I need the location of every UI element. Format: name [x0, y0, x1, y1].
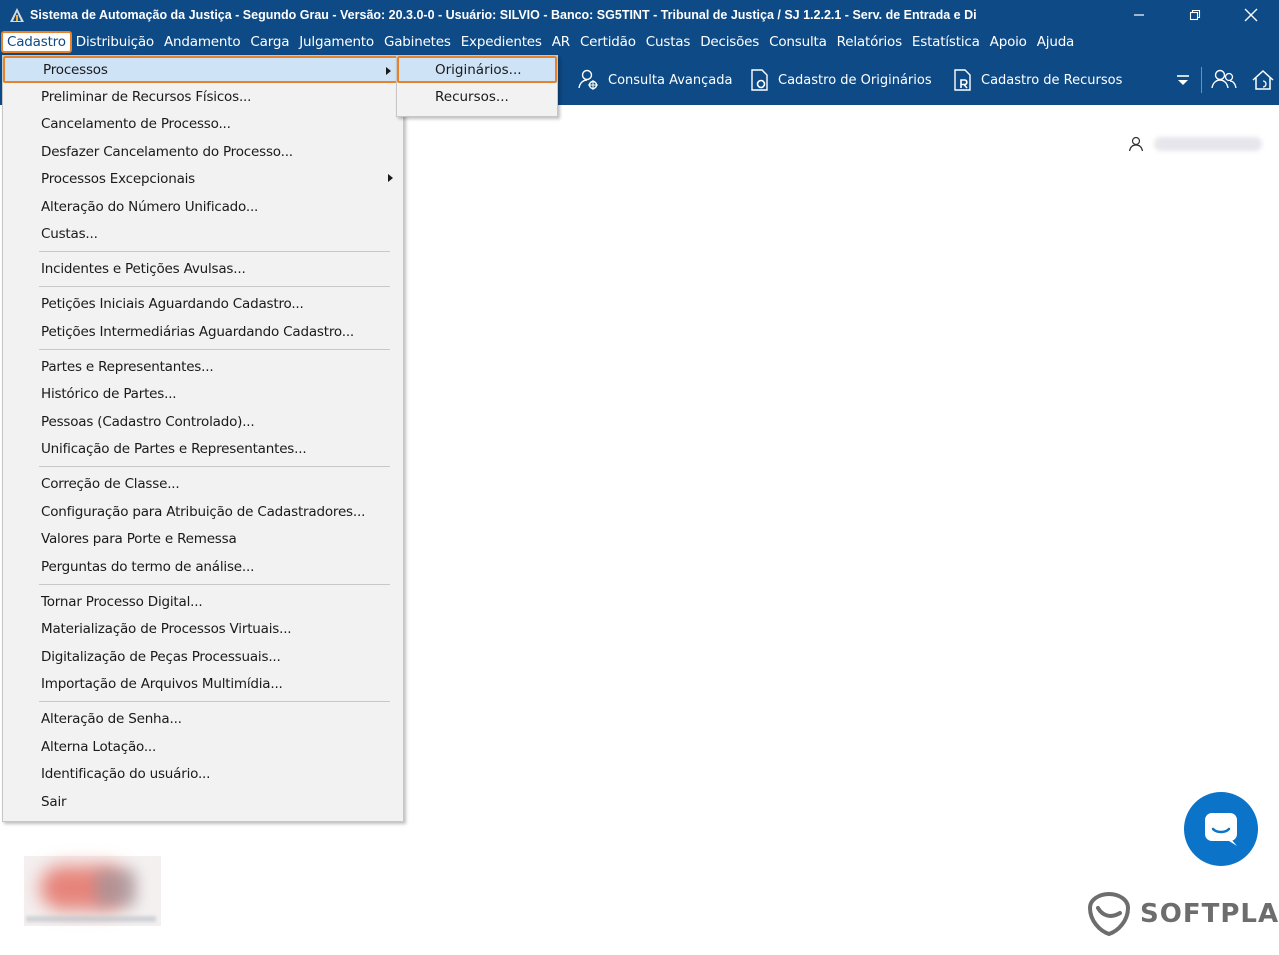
menu-item-materializacao[interactable]: Materialização de Processos Virtuais... [3, 615, 403, 642]
softplan-shield-icon [1087, 891, 1131, 937]
menu-item-identificacao-usuario[interactable]: Identificação do usuário... [3, 760, 403, 787]
cadastro-dropdown-menu: Processos Preliminar de Recursos Físicos… [2, 55, 404, 822]
menu-consulta[interactable]: Consulta [764, 32, 832, 52]
menu-item-valores-porte[interactable]: Valores para Porte e Remessa [3, 525, 403, 552]
window-controls [1111, 0, 1279, 29]
cadastro-originarios-button[interactable]: Cadastro de Originários [748, 65, 932, 95]
home-icon [1252, 69, 1274, 90]
consulta-avancada-label: Consulta Avançada [608, 72, 733, 88]
minimize-icon [1134, 13, 1144, 16]
submenu-arrow-icon [388, 174, 393, 182]
chat-button[interactable] [1184, 792, 1258, 866]
submenu-arrow-icon [386, 67, 391, 75]
menu-item-cancelamento-processo[interactable]: Cancelamento de Processo... [3, 110, 403, 137]
menu-expedientes[interactable]: Expedientes [456, 32, 547, 52]
menu-item-preliminar-recursos[interactable]: Preliminar de Recursos Físicos... [3, 83, 403, 110]
menu-item-sair[interactable]: Sair [3, 788, 403, 815]
menu-carga[interactable]: Carga [245, 32, 294, 52]
menu-item-importacao-multimidia[interactable]: Importação de Arquivos Multimídia... [3, 670, 403, 697]
consulta-avancada-button[interactable]: Consulta Avançada [576, 65, 732, 95]
menu-item-processos-excepcionais[interactable]: Processos Excepcionais [3, 165, 403, 192]
toolbar-separator [1201, 67, 1202, 93]
menu-item-peticoes-intermediarias[interactable]: Petições Intermediárias Aguardando Cadas… [3, 318, 403, 345]
menu-separator [39, 466, 390, 467]
home-button[interactable] [1248, 65, 1278, 95]
restore-button[interactable] [1167, 0, 1223, 29]
menu-separator [39, 349, 390, 350]
menu-item-alteracao-numero[interactable]: Alteração do Número Unificado... [3, 193, 403, 220]
cadastro-originarios-label: Cadastro de Originários [778, 72, 932, 88]
submenu-item-recursos[interactable]: Recursos... [397, 83, 557, 110]
menu-certidao[interactable]: Certidão [575, 32, 641, 52]
window-title: Sistema de Automação da Justiça - Segund… [30, 7, 977, 22]
document-o-icon [751, 69, 768, 91]
menu-item-custas[interactable]: Custas... [3, 220, 403, 247]
menu-andamento[interactable]: Andamento [159, 32, 245, 52]
menu-item-alteracao-senha[interactable]: Alteração de Senha... [3, 705, 403, 732]
cadastro-recursos-label: Cadastro de Recursos [981, 72, 1123, 88]
close-icon [1244, 8, 1258, 21]
restore-icon [1189, 9, 1201, 20]
app-logo-icon [8, 6, 26, 24]
menu-item-perguntas-termo[interactable]: Perguntas do termo de análise... [3, 553, 403, 580]
menu-separator [39, 286, 390, 287]
menu-item-incidentes-peticoes[interactable]: Incidentes e Petições Avulsas... [3, 255, 403, 282]
title-bar: Sistema de Automação da Justiça - Segund… [0, 0, 1279, 29]
menu-distribuicao[interactable]: Distribuição [71, 32, 159, 52]
user-indicator [1128, 136, 1262, 152]
menu-item-digitalizacao[interactable]: Digitalização de Peças Processuais... [3, 643, 403, 670]
menu-item-partes-representantes[interactable]: Partes e Representantes... [3, 353, 403, 380]
menu-item-historico-partes[interactable]: Histórico de Partes... [3, 380, 403, 407]
users-icon [1211, 69, 1237, 89]
menu-item-tornar-digital[interactable]: Tornar Processo Digital... [3, 588, 403, 615]
menu-apoio[interactable]: Apoio [985, 32, 1032, 52]
menu-separator [39, 584, 390, 585]
document-r-icon [954, 69, 971, 91]
submenu-item-originarios[interactable]: Originários... [397, 56, 557, 83]
user-icon [1128, 136, 1144, 152]
chat-icon [1205, 813, 1237, 846]
menu-item-unificacao-partes[interactable]: Unificação de Partes e Representantes... [3, 435, 403, 462]
cadastro-recursos-button[interactable]: Cadastro de Recursos [951, 65, 1122, 95]
menu-separator [39, 251, 390, 252]
menu-item-peticoes-iniciais[interactable]: Petições Iniciais Aguardando Cadastro... [3, 290, 403, 317]
menu-item-alterna-lotacao[interactable]: Alterna Lotação... [3, 733, 403, 760]
menu-item-desfazer-cancelamento[interactable]: Desfazer Cancelamento do Processo... [3, 138, 403, 165]
close-button[interactable] [1223, 0, 1279, 29]
menu-item-processos[interactable]: Processos [3, 56, 403, 83]
minimize-button[interactable] [1111, 0, 1167, 29]
menu-bar: Cadastro Distribuição Andamento Carga Ju… [0, 29, 1279, 55]
menu-item-pessoas[interactable]: Pessoas (Cadastro Controlado)... [3, 408, 403, 435]
users-button[interactable] [1209, 65, 1239, 95]
menu-decisoes[interactable]: Decisões [695, 32, 764, 52]
menu-relatorios[interactable]: Relatórios [832, 32, 907, 52]
menu-item-correcao-classe[interactable]: Correção de Classe... [3, 470, 403, 497]
menu-custas[interactable]: Custas [641, 32, 695, 52]
menu-cadastro[interactable]: Cadastro [1, 31, 72, 53]
softplan-wordmark: SOFTPLAN [1140, 899, 1279, 929]
menu-ajuda[interactable]: Ajuda [1032, 32, 1079, 52]
filter-menu-button[interactable] [1168, 65, 1198, 95]
processos-submenu: Originários... Recursos... [396, 55, 558, 117]
menu-item-configuracao-cadastradores[interactable]: Configuração para Atribuição de Cadastra… [3, 498, 403, 525]
filter-icon [1177, 75, 1189, 85]
softplan-logo: SOFTPLAN [1086, 890, 1279, 938]
menu-ar[interactable]: AR [547, 32, 575, 52]
organization-logo-redacted [24, 856, 161, 926]
user-search-icon [578, 69, 598, 90]
menu-separator [39, 701, 390, 702]
menu-gabinetes[interactable]: Gabinetes [379, 32, 456, 52]
menu-julgamento[interactable]: Julgamento [294, 32, 379, 52]
menu-estatistica[interactable]: Estatística [907, 32, 985, 52]
user-name-redacted [1154, 137, 1262, 151]
